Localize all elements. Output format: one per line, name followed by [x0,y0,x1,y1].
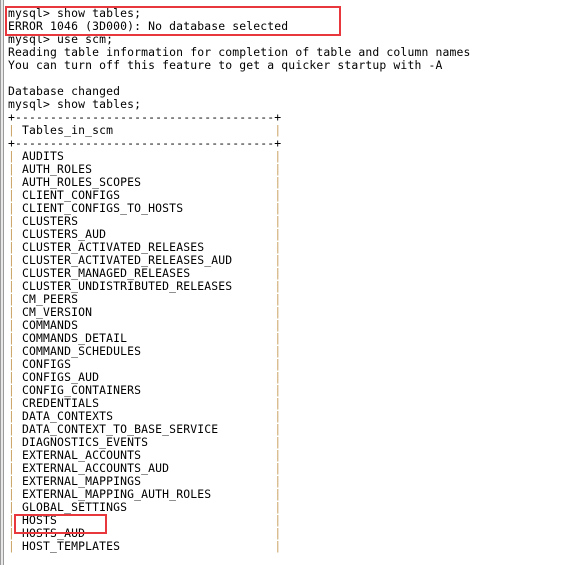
table-pipe: | [274,539,282,553]
table-pipe: | [274,188,282,202]
table-pipe: | [274,214,282,228]
table-pipe: | [274,461,282,475]
table-cell: CLUSTER_MANAGED_RELEASES [15,266,191,280]
table-pipe: | [274,500,282,514]
table-cell: COMMANDS_DETAIL [15,331,128,345]
table-pipe: | [8,266,16,280]
table-pipe: | [274,149,282,163]
table-pipe: | [274,422,282,436]
table-pipe: | [8,188,16,202]
table-pipe: | [274,435,282,449]
table-pipe: | [274,370,282,384]
table-pipe: | [274,513,282,527]
table-cell: COMMANDS [15,318,79,332]
output-line: You can turn off this feature to get a q… [8,58,443,72]
table-row: | HOST_TEMPLATES | [8,540,471,553]
table-pipe: | [274,331,282,345]
table-cell: CREDENTIALS [15,396,100,410]
table-pipe: | [274,357,282,371]
table-pipe: | [274,162,282,176]
table-cell: CLUSTERS_AUD [15,227,107,241]
table-pipe: | [274,344,282,358]
table-cell: AUTH_ROLES_SCOPES [15,175,142,189]
table-pipe: | [274,240,282,254]
table-pipe: | [8,448,16,462]
highlight-box-hosts [14,514,107,534]
table-pipe: | [8,383,16,397]
table-pipe: | [8,292,16,306]
table-cell: EXTERNAL_ACCOUNTS_AUD [15,461,170,475]
table-cell: EXTERNAL_MAPPING_AUTH_ROLES [15,487,212,501]
table-pipe: | [8,370,16,384]
table-cell: DATA_CONTEXTS [15,409,114,423]
table-pipe: | [274,279,282,293]
table-pipe: | [274,201,282,215]
table-pipe: | [8,474,16,488]
table-cell: CLUSTER_UNDISTRIBUTED_RELEASES [15,279,233,293]
table-cell: AUTH_ROLES [15,162,93,176]
table-pipe: | [8,396,16,410]
terminal-output[interactable]: mysql> show tables; ERROR 1046 (3D000): N… [8,7,471,553]
table-pipe: | [8,461,16,475]
table-pipe: | [8,201,16,215]
table-pipe: | [274,318,282,332]
table-cell: EXTERNAL_ACCOUNTS [15,448,142,462]
table-pipe: | [274,487,282,501]
table-cell: HOST_TEMPLATES [15,539,121,553]
table-pipe: | [274,448,282,462]
table-pipe: | [274,227,282,241]
table-pipe: | [274,123,282,137]
table-cell: CLUSTER_ACTIVATED_RELEASES_AUD [15,253,233,267]
table-cell: CM_PEERS [15,292,79,306]
table-cell: CLIENT_CONFIGS [15,188,121,202]
table-pipe: | [274,266,282,280]
table-pipe: | [274,526,282,540]
table-pipe: | [8,149,16,163]
table-pipe: | [8,331,16,345]
table-pipe: | [274,409,282,423]
table-pipe: | [8,227,16,241]
table-pipe: | [8,487,16,501]
table-pipe: | [8,253,16,267]
table-pipe: | [8,409,16,423]
table-cell: CONFIGS_AUD [15,370,100,384]
table-pipe: | [8,539,16,553]
table-pipe: | [8,175,16,189]
table-pipe: | [8,357,16,371]
table-pipe: | [8,214,16,228]
table-pipe: | [274,253,282,267]
table-cell: GLOBAL_SETTINGS [15,500,128,514]
table-pipe: | [274,175,282,189]
table-pipe: | [8,279,16,293]
table-cell: EXTERNAL_MAPPINGS [15,474,142,488]
table-cell: COMMAND_SCHEDULES [15,344,142,358]
table-header: Tables_in_scm [22,123,114,137]
table-cell: CONFIG_CONTAINERS [15,383,142,397]
table-body: | AUDITS | | AUTH_ROLES | | AUTH_ROLES_SCO… [8,150,471,553]
table-cell: CM_VERSION [15,305,93,319]
table-pipe: | [8,435,16,449]
table-cell: CLUSTERS [15,214,79,228]
window-left-border [0,0,4,565]
table-pipe: | [8,344,16,358]
highlight-box-error [5,6,341,36]
table-pipe: | [8,422,16,436]
table-cell: DIAGNOSTICS_EVENTS [15,435,149,449]
table-pipe: | [8,305,16,319]
table-pipe: | [274,305,282,319]
table-cell: DATA_CONTEXT_TO_BASE_SERVICE [15,422,219,436]
table-pipe: | [274,292,282,306]
table-pipe: | [274,474,282,488]
table-pipe: | [8,240,16,254]
table-pipe: | [8,500,16,514]
table-cell: AUDITS [15,149,65,163]
table-pipe: | [8,162,16,176]
table-cell: CLIENT_CONFIGS_TO_HOSTS [15,201,184,215]
table-pipe: | [274,396,282,410]
table-cell: CLUSTER_ACTIVATED_RELEASES [15,240,205,254]
table-pipe: | [8,123,16,137]
table-pipe: | [8,318,16,332]
table-cell: CONFIGS [15,357,72,371]
table-pipe: | [274,383,282,397]
